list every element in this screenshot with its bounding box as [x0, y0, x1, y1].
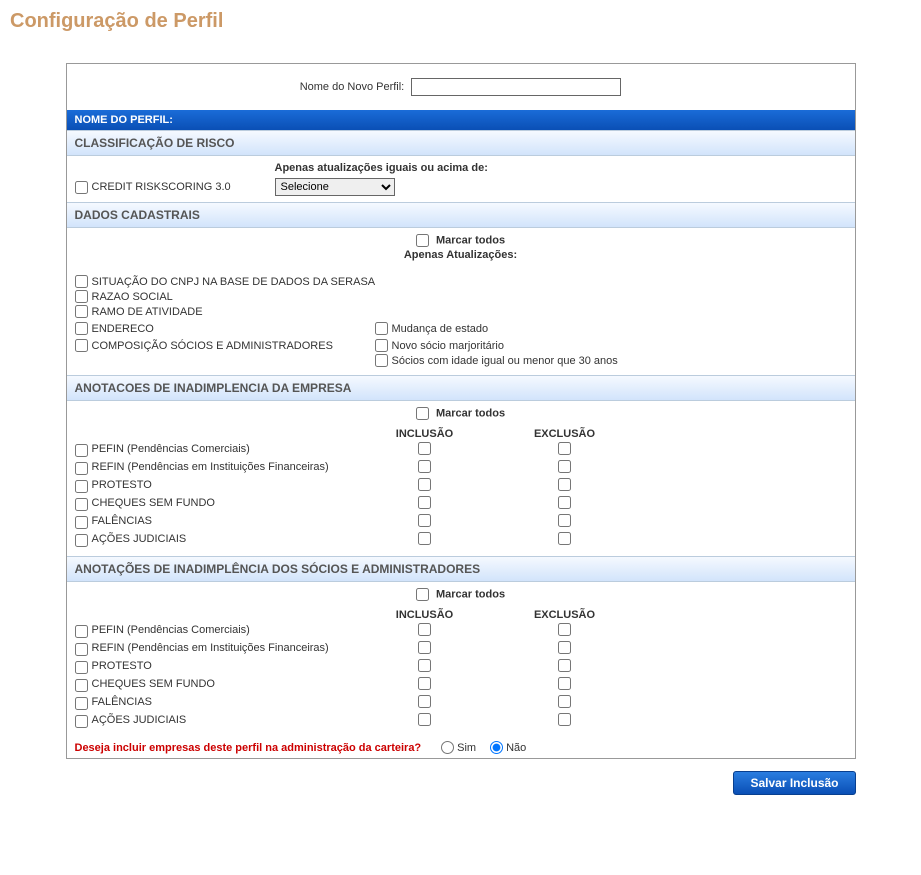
profile-name-label: Nome do Novo Perfil: — [300, 81, 405, 93]
save-button[interactable]: Salvar Inclusão — [733, 771, 855, 795]
cad-item-4-sub-0-label: Novo sócio marjoritário — [392, 340, 504, 352]
emp-item-5-label: AÇÕES JUDICIAIS — [92, 533, 187, 545]
cad-item-3-sub-0-checkbox[interactable] — [375, 322, 388, 335]
cadastrais-apenas-atualiz: Apenas Atualizações: — [67, 249, 855, 267]
emp-item-2-label: PROTESTO — [92, 479, 152, 491]
soc-item-2-label: PROTESTO — [92, 660, 152, 672]
section-inadimplencia-empresa: ANOTACOES DE INADIMPLENCIA DA EMPRESA — [67, 375, 855, 401]
emp-marcar-todos-checkbox[interactable] — [416, 407, 429, 420]
emp-item-1-inc[interactable] — [418, 460, 431, 473]
emp-item-0-exc[interactable] — [558, 442, 571, 455]
soc-item-1-label: REFIN (Pendências em Instituições Financ… — [92, 642, 329, 654]
cadastrais-marcar-todos-label: Marcar todos — [436, 235, 505, 247]
soc-item-4-exc[interactable] — [558, 695, 571, 708]
profile-name-input[interactable] — [411, 78, 621, 96]
emp-item-5-inc[interactable] — [418, 532, 431, 545]
emp-item-4-checkbox[interactable] — [75, 516, 88, 529]
emp-item-3-inc[interactable] — [418, 496, 431, 509]
emp-item-4-inc[interactable] — [418, 514, 431, 527]
soc-item-5-checkbox[interactable] — [75, 715, 88, 728]
soc-marcar-todos-checkbox[interactable] — [416, 588, 429, 601]
risco-item-label: CREDIT RISKSCORING 3.0 — [92, 181, 231, 193]
soc-item-1-checkbox[interactable] — [75, 643, 88, 656]
cad-item-0-checkbox[interactable] — [75, 275, 88, 288]
emp-item-1-exc[interactable] — [558, 460, 571, 473]
risco-checkbox[interactable] — [75, 181, 88, 194]
risco-select[interactable]: Selecione — [275, 178, 395, 196]
soc-item-0-label: PEFIN (Pendências Comerciais) — [92, 624, 250, 636]
cad-item-0-label: SITUAÇÃO DO CNPJ NA BASE DE DADOS DA SER… — [92, 276, 376, 288]
emp-item-1-label: REFIN (Pendências em Instituições Financ… — [92, 461, 329, 473]
cad-item-1-checkbox[interactable] — [75, 290, 88, 303]
radio-nao-label[interactable]: Não — [490, 741, 526, 754]
radio-nao[interactable] — [490, 741, 503, 754]
soc-item-4-checkbox[interactable] — [75, 697, 88, 710]
soc-item-5-label: AÇÕES JUDICIAIS — [92, 714, 187, 726]
emp-item-3-label: CHEQUES SEM FUNDO — [92, 497, 215, 509]
cad-item-3-checkbox[interactable] — [75, 322, 88, 335]
emp-col-inc: INCLUSÃO — [355, 428, 495, 440]
emp-item-0-checkbox[interactable] — [75, 444, 88, 457]
soc-item-3-label: CHEQUES SEM FUNDO — [92, 678, 215, 690]
cad-item-1-label: RAZAO SOCIAL — [92, 291, 173, 303]
emp-item-2-checkbox[interactable] — [75, 480, 88, 493]
soc-item-0-inc[interactable] — [418, 623, 431, 636]
risco-above-label: Apenas atualizações iguais ou acima de: — [275, 162, 847, 174]
soc-item-2-checkbox[interactable] — [75, 661, 88, 674]
soc-col-exc: EXCLUSÃO — [495, 609, 635, 621]
soc-item-0-exc[interactable] — [558, 623, 571, 636]
soc-marcar-todos-label: Marcar todos — [436, 589, 505, 601]
emp-item-5-checkbox[interactable] — [75, 534, 88, 547]
soc-item-4-inc[interactable] — [418, 695, 431, 708]
soc-item-1-exc[interactable] — [558, 641, 571, 654]
emp-item-3-exc[interactable] — [558, 496, 571, 509]
section-classificacao-risco: CLASSIFICAÇÃO DE RISCO — [67, 130, 855, 156]
cad-item-2-label: RAMO DE ATIVIDADE — [92, 306, 203, 318]
soc-item-2-exc[interactable] — [558, 659, 571, 672]
emp-item-3-checkbox[interactable] — [75, 498, 88, 511]
emp-item-4-label: FALÊNCIAS — [92, 515, 153, 527]
cad-item-4-checkbox[interactable] — [75, 339, 88, 352]
emp-item-0-label: PEFIN (Pendências Comerciais) — [92, 443, 250, 455]
page-title: Configuração de Perfil — [10, 10, 911, 33]
soc-item-3-checkbox[interactable] — [75, 679, 88, 692]
emp-item-0-inc[interactable] — [418, 442, 431, 455]
cad-item-4-sub-1-checkbox[interactable] — [375, 354, 388, 367]
emp-item-1-checkbox[interactable] — [75, 462, 88, 475]
cad-item-4-sub-0-checkbox[interactable] — [375, 339, 388, 352]
profile-name-row: Nome do Novo Perfil: — [67, 64, 855, 110]
emp-marcar-todos-label: Marcar todos — [436, 408, 505, 420]
soc-col-inc: INCLUSÃO — [355, 609, 495, 621]
soc-item-5-exc[interactable] — [558, 713, 571, 726]
cad-item-4-label: COMPOSIÇÃO SÓCIOS E ADMINISTRADORES — [92, 340, 333, 352]
section-nome-perfil: NOME DO PERFIL: — [67, 110, 855, 130]
soc-item-4-label: FALÊNCIAS — [92, 696, 153, 708]
cadastrais-marcar-todos-checkbox[interactable] — [416, 234, 429, 247]
section-dados-cadastrais: DADOS CADASTRAIS — [67, 202, 855, 228]
soc-item-5-inc[interactable] — [418, 713, 431, 726]
cad-item-4-sub-1-label: Sócios com idade igual ou menor que 30 a… — [392, 355, 618, 367]
profile-form-box: Nome do Novo Perfil: NOME DO PERFIL: CLA… — [66, 63, 856, 759]
emp-item-2-exc[interactable] — [558, 478, 571, 491]
emp-item-2-inc[interactable] — [418, 478, 431, 491]
soc-item-2-inc[interactable] — [418, 659, 431, 672]
cad-item-2-checkbox[interactable] — [75, 305, 88, 318]
soc-item-3-inc[interactable] — [418, 677, 431, 690]
emp-item-4-exc[interactable] — [558, 514, 571, 527]
emp-col-exc: EXCLUSÃO — [495, 428, 635, 440]
radio-sim[interactable] — [441, 741, 454, 754]
radio-sim-label[interactable]: Sim — [441, 741, 476, 754]
cad-item-3-sub-0-label: Mudança de estado — [392, 323, 489, 335]
question-text: Deseja incluir empresas deste perfil na … — [75, 742, 422, 754]
soc-item-3-exc[interactable] — [558, 677, 571, 690]
emp-item-5-exc[interactable] — [558, 532, 571, 545]
soc-item-0-checkbox[interactable] — [75, 625, 88, 638]
soc-item-1-inc[interactable] — [418, 641, 431, 654]
cad-item-3-label: ENDERECO — [92, 323, 154, 335]
section-inadimplencia-socios: ANOTAÇÕES DE INADIMPLÊNCIA DOS SÓCIOS E … — [67, 556, 855, 582]
